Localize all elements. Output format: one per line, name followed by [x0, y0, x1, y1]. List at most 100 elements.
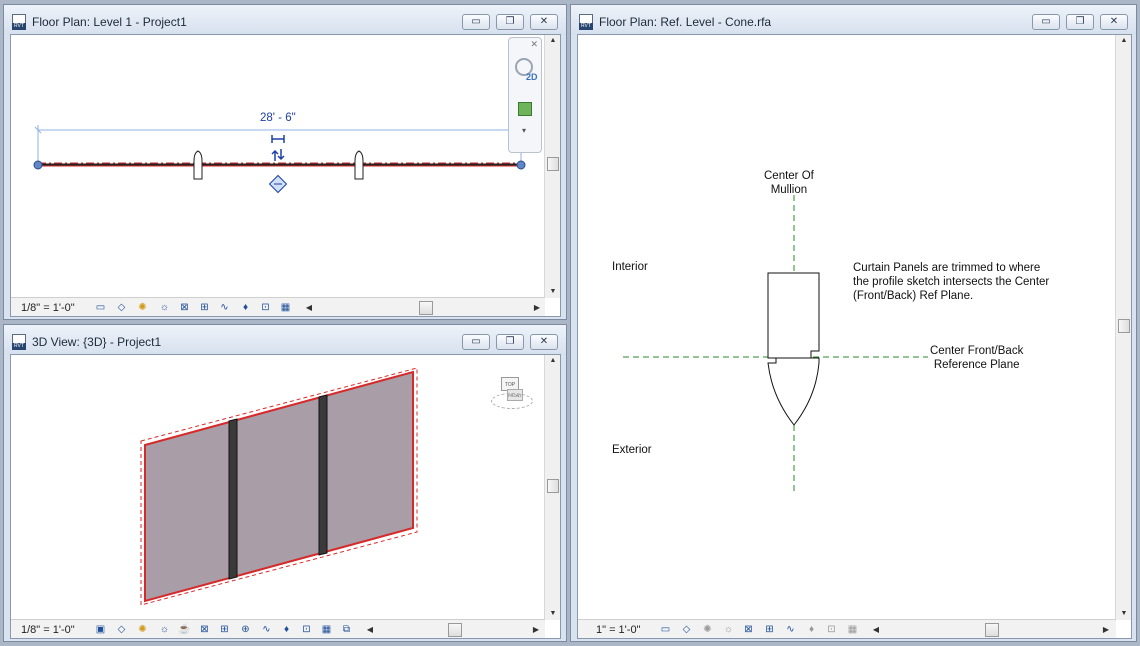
- visual-style-icon[interactable]: ◇: [114, 301, 129, 314]
- restore-button[interactable]: ❐: [496, 334, 524, 350]
- view-canvas[interactable]: Center Of Mullion Interior Exterior Curt…: [577, 34, 1132, 639]
- floor-plan-ref-level-window: Floor Plan: Ref. Level - Cone.rfa ▭ ❐ ✕ …: [570, 4, 1137, 642]
- horizontal-scrollbar[interactable]: ◀ ▶: [365, 623, 545, 637]
- scroll-thumb[interactable]: [547, 479, 559, 493]
- visual-style-icon[interactable]: ◇: [679, 623, 694, 636]
- scroll-down-icon[interactable]: ▼: [1116, 608, 1131, 620]
- horizontal-scrollbar[interactable]: ◀ ▶: [304, 301, 544, 315]
- scroll-left-icon[interactable]: ◀: [365, 623, 375, 637]
- analysis-icon[interactable]: ▦: [845, 623, 860, 636]
- floor-plan-level1-window: Floor Plan: Level 1 - Project1 ▭ ❐ ✕: [3, 4, 567, 320]
- view-scale[interactable]: 1/8" = 1'-0": [21, 624, 75, 636]
- close-icon[interactable]: ✕: [530, 39, 538, 50]
- close-button[interactable]: ✕: [530, 14, 558, 30]
- titlebar[interactable]: Floor Plan: Level 1 - Project1 ▭ ❐ ✕: [4, 5, 566, 35]
- window-title: Floor Plan: Ref. Level - Cone.rfa: [599, 15, 772, 29]
- lock-view-icon[interactable]: ⊕: [238, 623, 253, 636]
- restore-button[interactable]: ❐: [1066, 14, 1094, 30]
- minimize-button[interactable]: ▭: [462, 334, 490, 350]
- visual-style-icon[interactable]: ◇: [114, 623, 129, 636]
- shadows-icon[interactable]: ☼: [157, 623, 172, 636]
- temp-view-icon[interactable]: ⊡: [824, 623, 839, 636]
- hide-isolate-icon[interactable]: ∿: [783, 623, 798, 636]
- sun-path-icon[interactable]: ✺: [700, 623, 715, 636]
- 3d-view-window: 3D View: {3D} - Project1 ▭ ❐ ✕ TOP FRONT…: [3, 324, 567, 642]
- hide-isolate-icon[interactable]: ∿: [217, 301, 232, 314]
- temp-view-icon[interactable]: ⊡: [299, 623, 314, 636]
- rendering-icon[interactable]: ☕: [177, 623, 192, 636]
- scroll-thumb[interactable]: [547, 157, 559, 171]
- doc-icon: [12, 334, 26, 350]
- restore-button[interactable]: ❐: [496, 14, 524, 30]
- horizontal-scrollbar[interactable]: ◀ ▶: [871, 623, 1113, 637]
- view-scale[interactable]: 1/8" = 1'-0": [21, 302, 75, 314]
- reveal-hidden-icon[interactable]: ♦: [279, 623, 294, 636]
- sun-path-icon[interactable]: ✺: [135, 301, 150, 314]
- analysis-icon[interactable]: ▦: [278, 301, 293, 314]
- nav-mode-label: 2D: [526, 72, 538, 82]
- titlebar[interactable]: Floor Plan: Ref. Level - Cone.rfa ▭ ❐ ✕: [571, 5, 1136, 35]
- chevron-down-icon[interactable]: ▾: [522, 126, 526, 135]
- scroll-left-icon[interactable]: ◀: [871, 623, 881, 637]
- scroll-left-icon[interactable]: ◀: [304, 301, 314, 315]
- detail-level-icon[interactable]: ▭: [93, 301, 108, 314]
- vertical-scrollbar[interactable]: ▲ ▼: [544, 35, 560, 298]
- 3d-drawing: [140, 367, 418, 606]
- view-scale[interactable]: 1" = 1'-0": [596, 624, 640, 636]
- doc-icon: [12, 14, 26, 30]
- temp-view-icon[interactable]: ⊡: [258, 301, 273, 314]
- crop-region-icon[interactable]: ⊞: [197, 301, 212, 314]
- minimize-button[interactable]: ▭: [462, 14, 490, 30]
- doc-icon: [579, 14, 593, 30]
- exterior-label: Exterior: [612, 444, 652, 456]
- scroll-up-icon[interactable]: ▲: [545, 35, 560, 47]
- minimize-button[interactable]: ▭: [1032, 14, 1060, 30]
- trim-note: Curtain Panels are trimmed to where the …: [853, 262, 1050, 302]
- center-front-back-label: Center Front/Back Reference Plane: [930, 345, 1024, 371]
- reveal-hidden-icon[interactable]: ♦: [804, 623, 819, 636]
- scroll-thumb[interactable]: [1118, 319, 1130, 333]
- scroll-down-icon[interactable]: ▼: [545, 608, 560, 620]
- view-canvas[interactable]: 28' - 6" ✕ 2D ▾ ▲ ▼ 1/8" = 1'-0" ▭ ◇ ✺ ☼…: [10, 34, 561, 317]
- titlebar[interactable]: 3D View: {3D} - Project1 ▭ ❐ ✕: [4, 325, 566, 355]
- zoom-icon[interactable]: [518, 102, 532, 116]
- crop-view-icon[interactable]: ⊠: [741, 623, 756, 636]
- analysis-icon[interactable]: ▦: [319, 623, 334, 636]
- view-control-bar: 1/8" = 1'-0" ▣ ◇ ✺ ☼ ☕ ⊠ ⊞ ⊕ ∿ ♦ ⊡ ▦ ⧉ ◀…: [11, 619, 545, 638]
- view-cube-icon[interactable]: TOP FRONT: [487, 373, 535, 411]
- detail-level-icon[interactable]: ▭: [658, 623, 673, 636]
- window-title: Floor Plan: Level 1 - Project1: [32, 15, 187, 29]
- vertical-scrollbar[interactable]: ▲ ▼: [544, 355, 560, 620]
- view-cube-compass[interactable]: [491, 393, 533, 409]
- vertical-scrollbar[interactable]: ▲ ▼: [1115, 35, 1131, 620]
- sun-path-icon[interactable]: ✺: [135, 623, 150, 636]
- scroll-right-icon[interactable]: ▶: [1101, 623, 1111, 637]
- crop-view-icon[interactable]: ⊠: [197, 623, 212, 636]
- scroll-thumb[interactable]: [419, 301, 433, 315]
- plan-drawing: [33, 125, 526, 194]
- scroll-right-icon[interactable]: ▶: [531, 623, 541, 637]
- center-mullion-label: Center Of Mullion: [764, 170, 814, 196]
- scroll-down-icon[interactable]: ▼: [545, 286, 560, 298]
- view-canvas[interactable]: TOP FRONT ▲ ▼ 1/8" = 1'-0" ▣ ◇ ✺ ☼ ☕ ⊠ ⊞…: [10, 354, 561, 639]
- profile-drawing: [623, 195, 928, 495]
- scroll-up-icon[interactable]: ▲: [545, 355, 560, 367]
- close-button[interactable]: ✕: [530, 334, 558, 350]
- scroll-up-icon[interactable]: ▲: [1116, 35, 1131, 47]
- crop-view-icon[interactable]: ⊠: [177, 301, 192, 314]
- scroll-right-icon[interactable]: ▶: [532, 301, 542, 315]
- shadows-icon[interactable]: ☼: [157, 301, 172, 314]
- highlight-icon[interactable]: ⧉: [339, 623, 354, 636]
- view-control-bar: 1" = 1'-0" ▭ ◇ ✺ ☼ ⊠ ⊞ ∿ ♦ ⊡ ▦ ◀ ▶: [578, 619, 1116, 638]
- crop-region-icon[interactable]: ⊞: [217, 623, 232, 636]
- dimension-label[interactable]: 28' - 6": [260, 112, 296, 124]
- window-title: 3D View: {3D} - Project1: [32, 335, 162, 349]
- scroll-thumb[interactable]: [985, 623, 999, 637]
- detail-level-icon[interactable]: ▣: [93, 623, 108, 636]
- shadows-icon[interactable]: ☼: [721, 623, 736, 636]
- reveal-hidden-icon[interactable]: ♦: [238, 301, 253, 314]
- hide-isolate-icon[interactable]: ∿: [259, 623, 274, 636]
- crop-region-icon[interactable]: ⊞: [762, 623, 777, 636]
- scroll-thumb[interactable]: [448, 623, 462, 637]
- close-button[interactable]: ✕: [1100, 14, 1128, 30]
